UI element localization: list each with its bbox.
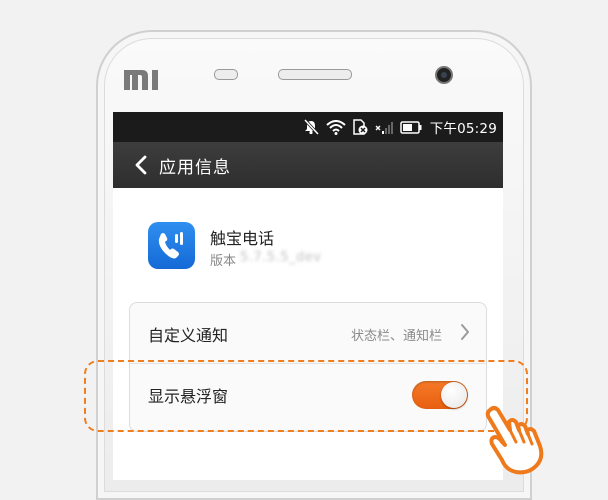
custom-notification-row[interactable]: 自定义通知 状态栏、通知栏 [130, 303, 486, 364]
front-camera [435, 66, 453, 84]
custom-notification-label: 自定义通知 [148, 326, 229, 345]
mi-logo: MI [124, 70, 158, 90]
mute-icon [303, 119, 319, 135]
app-info-header: 触宝电话 版本 5.7.5.5_dev [148, 222, 478, 270]
back-button[interactable] [123, 142, 159, 188]
earpiece-speaker [214, 69, 238, 80]
sim-icon [352, 119, 368, 135]
app-icon [148, 222, 195, 269]
app-version-value: 5.7.5.5_dev [240, 250, 322, 265]
tutorial-illustration: MI [0, 0, 608, 500]
hand-pointer-icon [485, 406, 544, 475]
signal-icon [375, 121, 393, 134]
status-time: 下午05:29 [429, 121, 497, 137]
wifi-icon [326, 119, 346, 135]
page-title: 应用信息 [159, 157, 231, 178]
back-arrow-icon [135, 155, 147, 175]
title-bar: 应用信息 [113, 142, 503, 188]
proximity-sensor [278, 69, 352, 80]
app-name: 触宝电话 [210, 229, 275, 248]
phone-handset-icon [158, 232, 183, 259]
status-bar: 下午05:29 [113, 112, 503, 142]
custom-notification-value: 状态栏、通知栏 [350, 329, 442, 344]
app-version-label: 版本 [210, 254, 237, 269]
highlight-dashed-frame [84, 360, 528, 432]
chevron-right-icon [461, 324, 469, 340]
battery-icon [399, 120, 422, 134]
